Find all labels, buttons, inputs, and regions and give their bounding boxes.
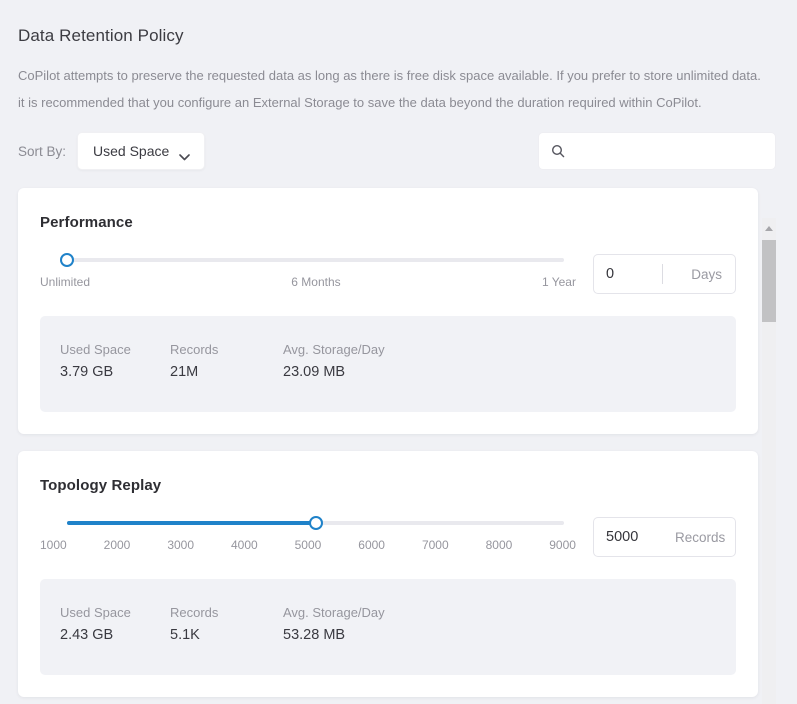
sort-by-dropdown[interactable]: Used Space: [77, 132, 205, 170]
slider-tick-labels: Unlimited 6 Months 1 Year: [40, 275, 576, 289]
slider-thumb[interactable]: [60, 253, 74, 267]
stat-label: Records: [170, 342, 283, 357]
page-title: Data Retention Policy: [18, 26, 777, 46]
search-icon: [551, 144, 565, 158]
retention-slider[interactable]: [67, 521, 564, 525]
stat-label: Used Space: [60, 605, 170, 620]
tick-label: 6000: [358, 538, 385, 552]
tick-label: 4000: [231, 538, 258, 552]
stat-used-space: Used Space 2.43 GB: [60, 605, 170, 643]
stat-value: 5.1K: [170, 627, 283, 643]
retention-value-box: Days: [593, 254, 736, 294]
retention-value-box: Records: [593, 517, 736, 557]
toolbar: Sort By: Used Space: [18, 131, 777, 171]
slider-fill: [67, 521, 316, 525]
scroll-up-arrow-icon: [765, 226, 773, 231]
stat-label: Used Space: [60, 342, 170, 357]
search-box[interactable]: [538, 132, 776, 170]
stat-records: Records 21M: [170, 342, 283, 380]
slider-thumb[interactable]: [309, 516, 323, 530]
stat-label: Records: [170, 605, 283, 620]
tick-label: 2000: [104, 538, 131, 552]
tick-label: 6 Months: [291, 275, 340, 289]
retention-value-input[interactable]: [594, 266, 658, 282]
stat-used-space: Used Space 3.79 GB: [60, 342, 170, 380]
search-input[interactable]: [571, 133, 765, 169]
value-divider: [662, 264, 663, 284]
card-title: Performance: [40, 214, 736, 231]
stat-value: 2.43 GB: [60, 627, 170, 643]
data-retention-page: Data Retention Policy CoPilot attempts t…: [0, 0, 797, 697]
stat-value: 3.79 GB: [60, 364, 170, 380]
tick-label: 7000: [422, 538, 449, 552]
retention-cards-list: Performance Unlimited 6 Months 1 Year: [18, 188, 758, 697]
slider-area: Unlimited 6 Months 1 Year: [40, 251, 576, 294]
stats-panel: Used Space 2.43 GB Records 5.1K Avg. Sto…: [40, 579, 736, 675]
value-unit-label: Days: [678, 267, 735, 282]
stat-value: 53.28 MB: [283, 627, 396, 643]
slider-area: 1000 2000 3000 4000 5000 6000 7000 8000 …: [40, 514, 576, 557]
slider-row: 1000 2000 3000 4000 5000 6000 7000 8000 …: [40, 514, 736, 557]
tick-label: 8000: [486, 538, 513, 552]
stat-value: 23.09 MB: [283, 364, 396, 380]
chevron-down-icon: [179, 148, 190, 155]
stat-avg-storage: Avg. Storage/Day 23.09 MB: [283, 342, 396, 380]
vertical-scrollbar[interactable]: [762, 218, 776, 704]
slider-row: Unlimited 6 Months 1 Year Days: [40, 251, 736, 294]
tick-label: 1000: [40, 538, 67, 552]
value-unit-label: Records: [662, 530, 738, 545]
card-performance: Performance Unlimited 6 Months 1 Year: [18, 188, 758, 434]
sort-by-label: Sort By:: [18, 144, 66, 159]
stat-records: Records 5.1K: [170, 605, 283, 643]
stat-label: Avg. Storage/Day: [283, 605, 396, 620]
stat-value: 21M: [170, 364, 283, 380]
retention-value-input[interactable]: [594, 529, 658, 545]
stats-panel: Used Space 3.79 GB Records 21M Avg. Stor…: [40, 316, 736, 412]
sort-by-value: Used Space: [93, 143, 169, 159]
card-title: Topology Replay: [40, 477, 736, 494]
slider-tick-labels: 1000 2000 3000 4000 5000 6000 7000 8000 …: [40, 538, 576, 552]
stat-avg-storage: Avg. Storage/Day 53.28 MB: [283, 605, 396, 643]
page-description: CoPilot attempts to preserve the request…: [18, 62, 763, 116]
tick-label: 5000: [295, 538, 322, 552]
scroll-up-button[interactable]: [762, 218, 776, 238]
tick-label: 1 Year: [542, 275, 576, 289]
tick-label: Unlimited: [40, 275, 90, 289]
tick-label: 9000: [549, 538, 576, 552]
stat-label: Avg. Storage/Day: [283, 342, 396, 357]
card-topology-replay: Topology Replay 1000 2000 3000 4000 5000…: [18, 451, 758, 697]
retention-slider[interactable]: [67, 258, 564, 262]
scrollbar-thumb[interactable]: [762, 240, 776, 322]
tick-label: 3000: [167, 538, 194, 552]
